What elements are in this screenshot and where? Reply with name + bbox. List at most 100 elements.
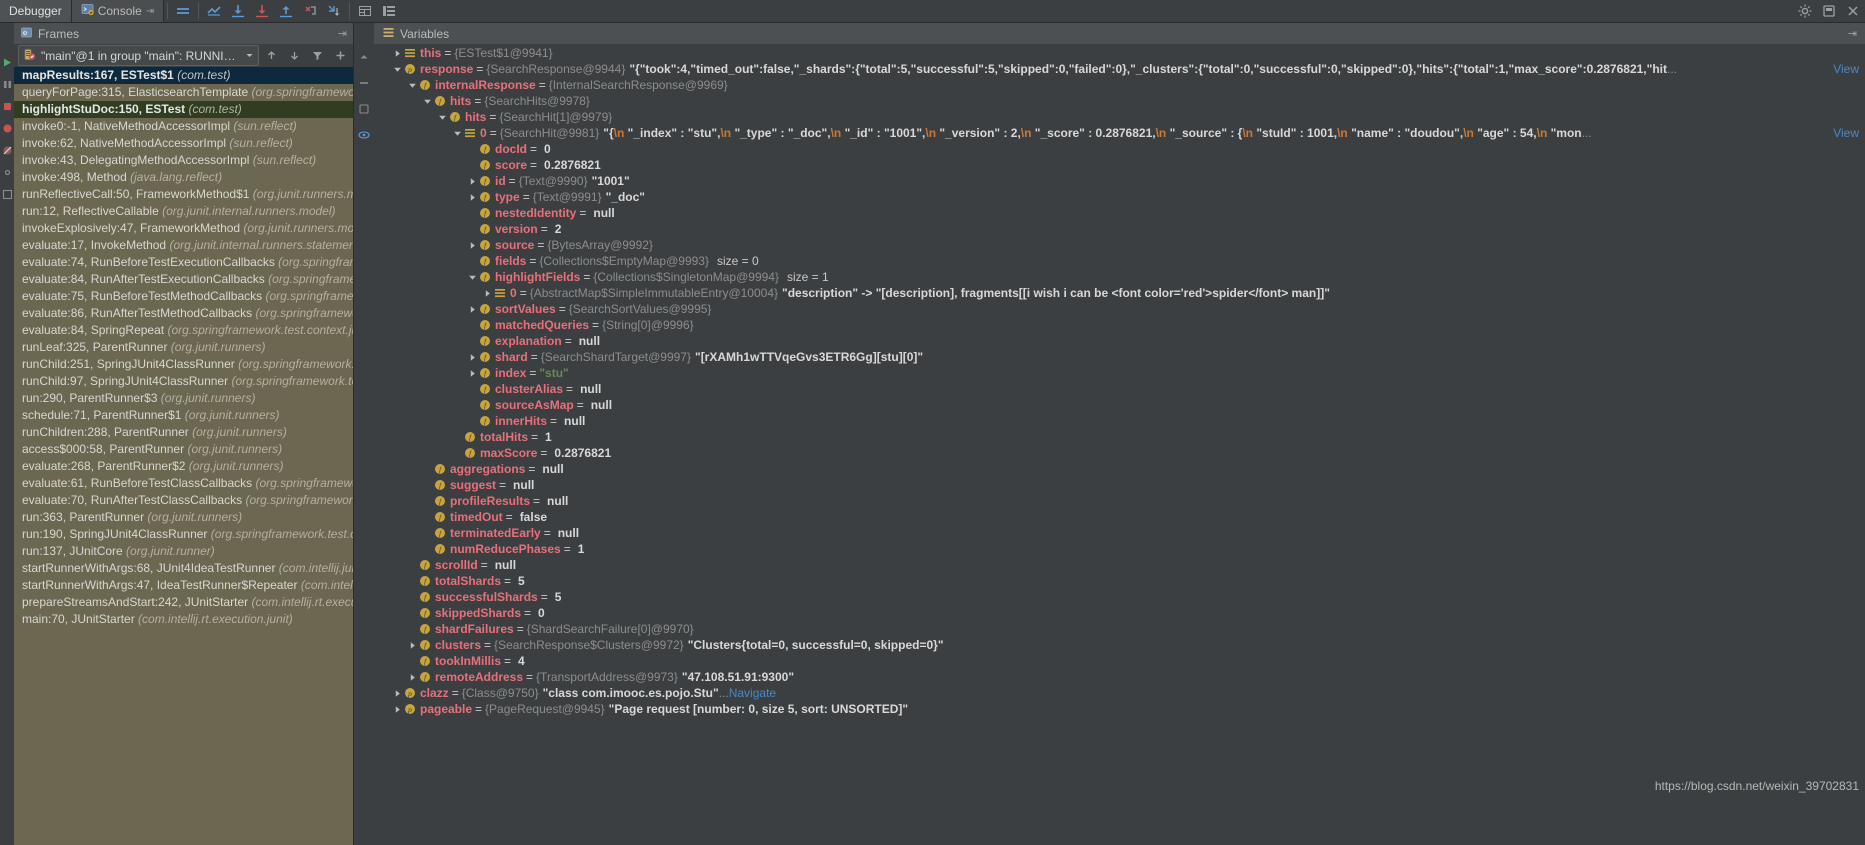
frame-row[interactable]: evaluate:70, RunAfterTestClassCallbacks … [14, 492, 353, 509]
frames-down-button[interactable] [284, 46, 305, 66]
chevron-down-icon[interactable] [467, 273, 478, 282]
variable-row[interactable]: f score = 0.2876821 [374, 157, 1865, 173]
stop-program-icon[interactable] [2, 101, 13, 112]
frame-row[interactable]: queryForPage:315, ElasticsearchTemplate … [14, 84, 353, 101]
tab-console[interactable]: Console ⇥ [71, 0, 165, 22]
variable-row[interactable]: f clusterAlias = null [374, 381, 1865, 397]
variable-row[interactable]: f highlightFields = {Collections$SingletonM… [374, 269, 1865, 285]
variable-row[interactable]: f successfulShards = 5 [374, 589, 1865, 605]
vars-scroll-up-icon[interactable] [356, 49, 372, 65]
frames-header-actions[interactable]: ⇥ [338, 27, 347, 40]
variable-row[interactable]: f matchedQueries = {String[0]@9996} [374, 317, 1865, 333]
variable-row[interactable]: p clazz = {Class@9750} "class com.imooc.es.p… [374, 685, 1865, 701]
frame-row[interactable]: prepareStreamsAndStart:242, JUnitStarter… [14, 594, 353, 611]
variable-row[interactable]: f shard = {SearchShardTarget@9997} "[rXAMh1w… [374, 349, 1865, 365]
variable-row[interactable]: f hits = {SearchHits@9978} [374, 93, 1865, 109]
frames-filter-button[interactable] [307, 46, 328, 66]
frame-row[interactable]: invoke0:-1, NativeMethodAccessorImpl (su… [14, 118, 353, 135]
vars-watches-icon[interactable] [356, 127, 372, 143]
variable-row[interactable]: f shardFailures = {ShardSearchFailure[0]@99… [374, 621, 1865, 637]
variable-row[interactable]: f fields = {Collections$EmptyMap@9993} size … [374, 253, 1865, 269]
variable-row[interactable]: f numReducePhases = 1 [374, 541, 1865, 557]
variable-row[interactable]: 0 = {SearchHit@9981} "{\n "_index" : "stu",… [374, 125, 1865, 141]
frame-row[interactable]: runChildren:288, ParentRunner (org.junit… [14, 424, 353, 441]
view-breakpoints-icon[interactable] [2, 123, 13, 134]
frames-up-button[interactable] [261, 46, 282, 66]
step-out-icon[interactable] [274, 0, 298, 22]
step-into-icon[interactable] [250, 0, 274, 22]
variable-row[interactable]: p response = {SearchResponse@9944} "{"took":… [374, 61, 1865, 77]
chevron-right-icon[interactable] [467, 193, 478, 202]
chevron-right-icon[interactable] [407, 673, 418, 682]
frame-row[interactable]: mapResults:167, ESTest$1 (com.test) [14, 67, 353, 84]
settings-icon[interactable] [1793, 0, 1817, 22]
mute-breakpoints-icon[interactable] [171, 0, 195, 22]
variable-row[interactable]: p pageable = {PageRequest@9945} "Page reques… [374, 701, 1865, 717]
variable-row[interactable]: f suggest = null [374, 477, 1865, 493]
chevron-right-icon[interactable] [482, 289, 493, 298]
chevron-right-icon[interactable] [467, 305, 478, 314]
variables-minimize-icon[interactable]: ⇥ [1848, 27, 1857, 40]
chevron-right-icon[interactable] [407, 641, 418, 650]
close-icon[interactable] [1841, 0, 1865, 22]
frame-row[interactable]: runLeaf:325, ParentRunner (org.junit.run… [14, 339, 353, 356]
restore-layout-icon[interactable] [2, 189, 13, 200]
variable-row[interactable]: f terminatedEarly = null [374, 525, 1865, 541]
run-to-cursor-icon[interactable] [322, 0, 346, 22]
frame-row[interactable]: access$000:58, ParentRunner (org.junit.r… [14, 441, 353, 458]
variable-row[interactable]: f internalResponse = {InternalSearchRespons… [374, 77, 1865, 93]
variable-row[interactable]: f nestedIdentity = null [374, 205, 1865, 221]
variable-row[interactable]: f totalShards = 5 [374, 573, 1865, 589]
variable-row[interactable]: f scrollId = null [374, 557, 1865, 573]
variable-row[interactable]: f timedOut = false [374, 509, 1865, 525]
show-execution-point-icon[interactable] [202, 0, 226, 22]
chevron-right-icon[interactable] [392, 49, 403, 58]
thread-select[interactable]: "main"@1 in group "main": RUNNING [18, 45, 259, 66]
variable-row[interactable]: f clusters = {SearchResponse$Clusters@9972}… [374, 637, 1865, 653]
chevron-right-icon[interactable] [392, 689, 403, 698]
frame-row[interactable]: highlightStuDoc:150, ESTest (com.test) [14, 101, 353, 118]
frame-row[interactable]: schedule:71, ParentRunner$1 (org.junit.r… [14, 407, 353, 424]
frame-row[interactable]: invoke:62, NativeMethodAccessorImpl (sun… [14, 135, 353, 152]
frames-add-button[interactable] [330, 46, 351, 66]
frame-row[interactable]: evaluate:86, RunAfterTestMethodCallbacks… [14, 305, 353, 322]
mute-breakpoints-gutter-icon[interactable] [2, 145, 13, 156]
frame-row[interactable]: run:12, ReflectiveCallable (org.junit.in… [14, 203, 353, 220]
variable-row[interactable]: f index = "stu" [374, 365, 1865, 381]
variable-row[interactable]: f totalHits = 1 [374, 429, 1865, 445]
frame-row[interactable]: runChild:97, SpringJUnit4ClassRunner (or… [14, 373, 353, 390]
frame-row[interactable]: evaluate:268, ParentRunner$2 (org.junit.… [14, 458, 353, 475]
tab-debugger[interactable]: Debugger [0, 0, 72, 22]
frame-row[interactable]: evaluate:17, InvokeMethod (org.junit.int… [14, 237, 353, 254]
variable-row[interactable]: f maxScore = 0.2876821 [374, 445, 1865, 461]
frame-row[interactable]: startRunnerWithArgs:47, IdeaTestRunner$R… [14, 577, 353, 594]
evaluate-expression-icon[interactable] [353, 0, 377, 22]
frame-row[interactable]: runChild:251, SpringJUnit4ClassRunner (o… [14, 356, 353, 373]
variable-row[interactable]: f type = {Text@9991} "_doc" [374, 189, 1865, 205]
variable-row[interactable]: f aggregations = null [374, 461, 1865, 477]
frame-row[interactable]: evaluate:74, RunBeforeTestExecutionCallb… [14, 254, 353, 271]
drop-frame-icon[interactable] [298, 0, 322, 22]
chevron-right-icon[interactable] [467, 369, 478, 378]
chevron-right-icon[interactable] [467, 177, 478, 186]
variable-row[interactable]: f explanation = null [374, 333, 1865, 349]
resume-program-icon[interactable] [2, 57, 13, 68]
frame-row[interactable]: evaluate:75, RunBeforeTestMethodCallback… [14, 288, 353, 305]
pin-icon[interactable] [1817, 0, 1841, 22]
variable-row[interactable]: f remoteAddress = {TransportAddress@9973} "4… [374, 669, 1865, 685]
pause-program-icon[interactable] [2, 79, 13, 90]
frame-row[interactable]: run:290, ParentRunner$3 (org.junit.runne… [14, 390, 353, 407]
variable-row[interactable]: f skippedShards = 0 [374, 605, 1865, 621]
layout-settings-icon[interactable] [377, 0, 401, 22]
frame-row[interactable]: invoke:498, Method (java.lang.reflect) [14, 169, 353, 186]
chevron-down-icon[interactable] [422, 97, 433, 106]
variable-row[interactable]: f hits = {SearchHit[1]@9979} [374, 109, 1865, 125]
variable-row[interactable]: f id = {Text@9990} "1001" [374, 173, 1865, 189]
chevron-right-icon[interactable] [392, 705, 403, 714]
variable-row[interactable]: f source = {BytesArray@9992} [374, 237, 1865, 253]
frame-row[interactable]: main:70, JUnitStarter (com.intellij.rt.e… [14, 611, 353, 628]
variable-row[interactable]: this = {ESTest$1@9941} [374, 45, 1865, 61]
frame-row[interactable]: runReflectiveCall:50, FrameworkMethod$1 … [14, 186, 353, 203]
settings-gutter-icon[interactable] [2, 167, 13, 178]
variable-row[interactable]: f docId = 0 [374, 141, 1865, 157]
